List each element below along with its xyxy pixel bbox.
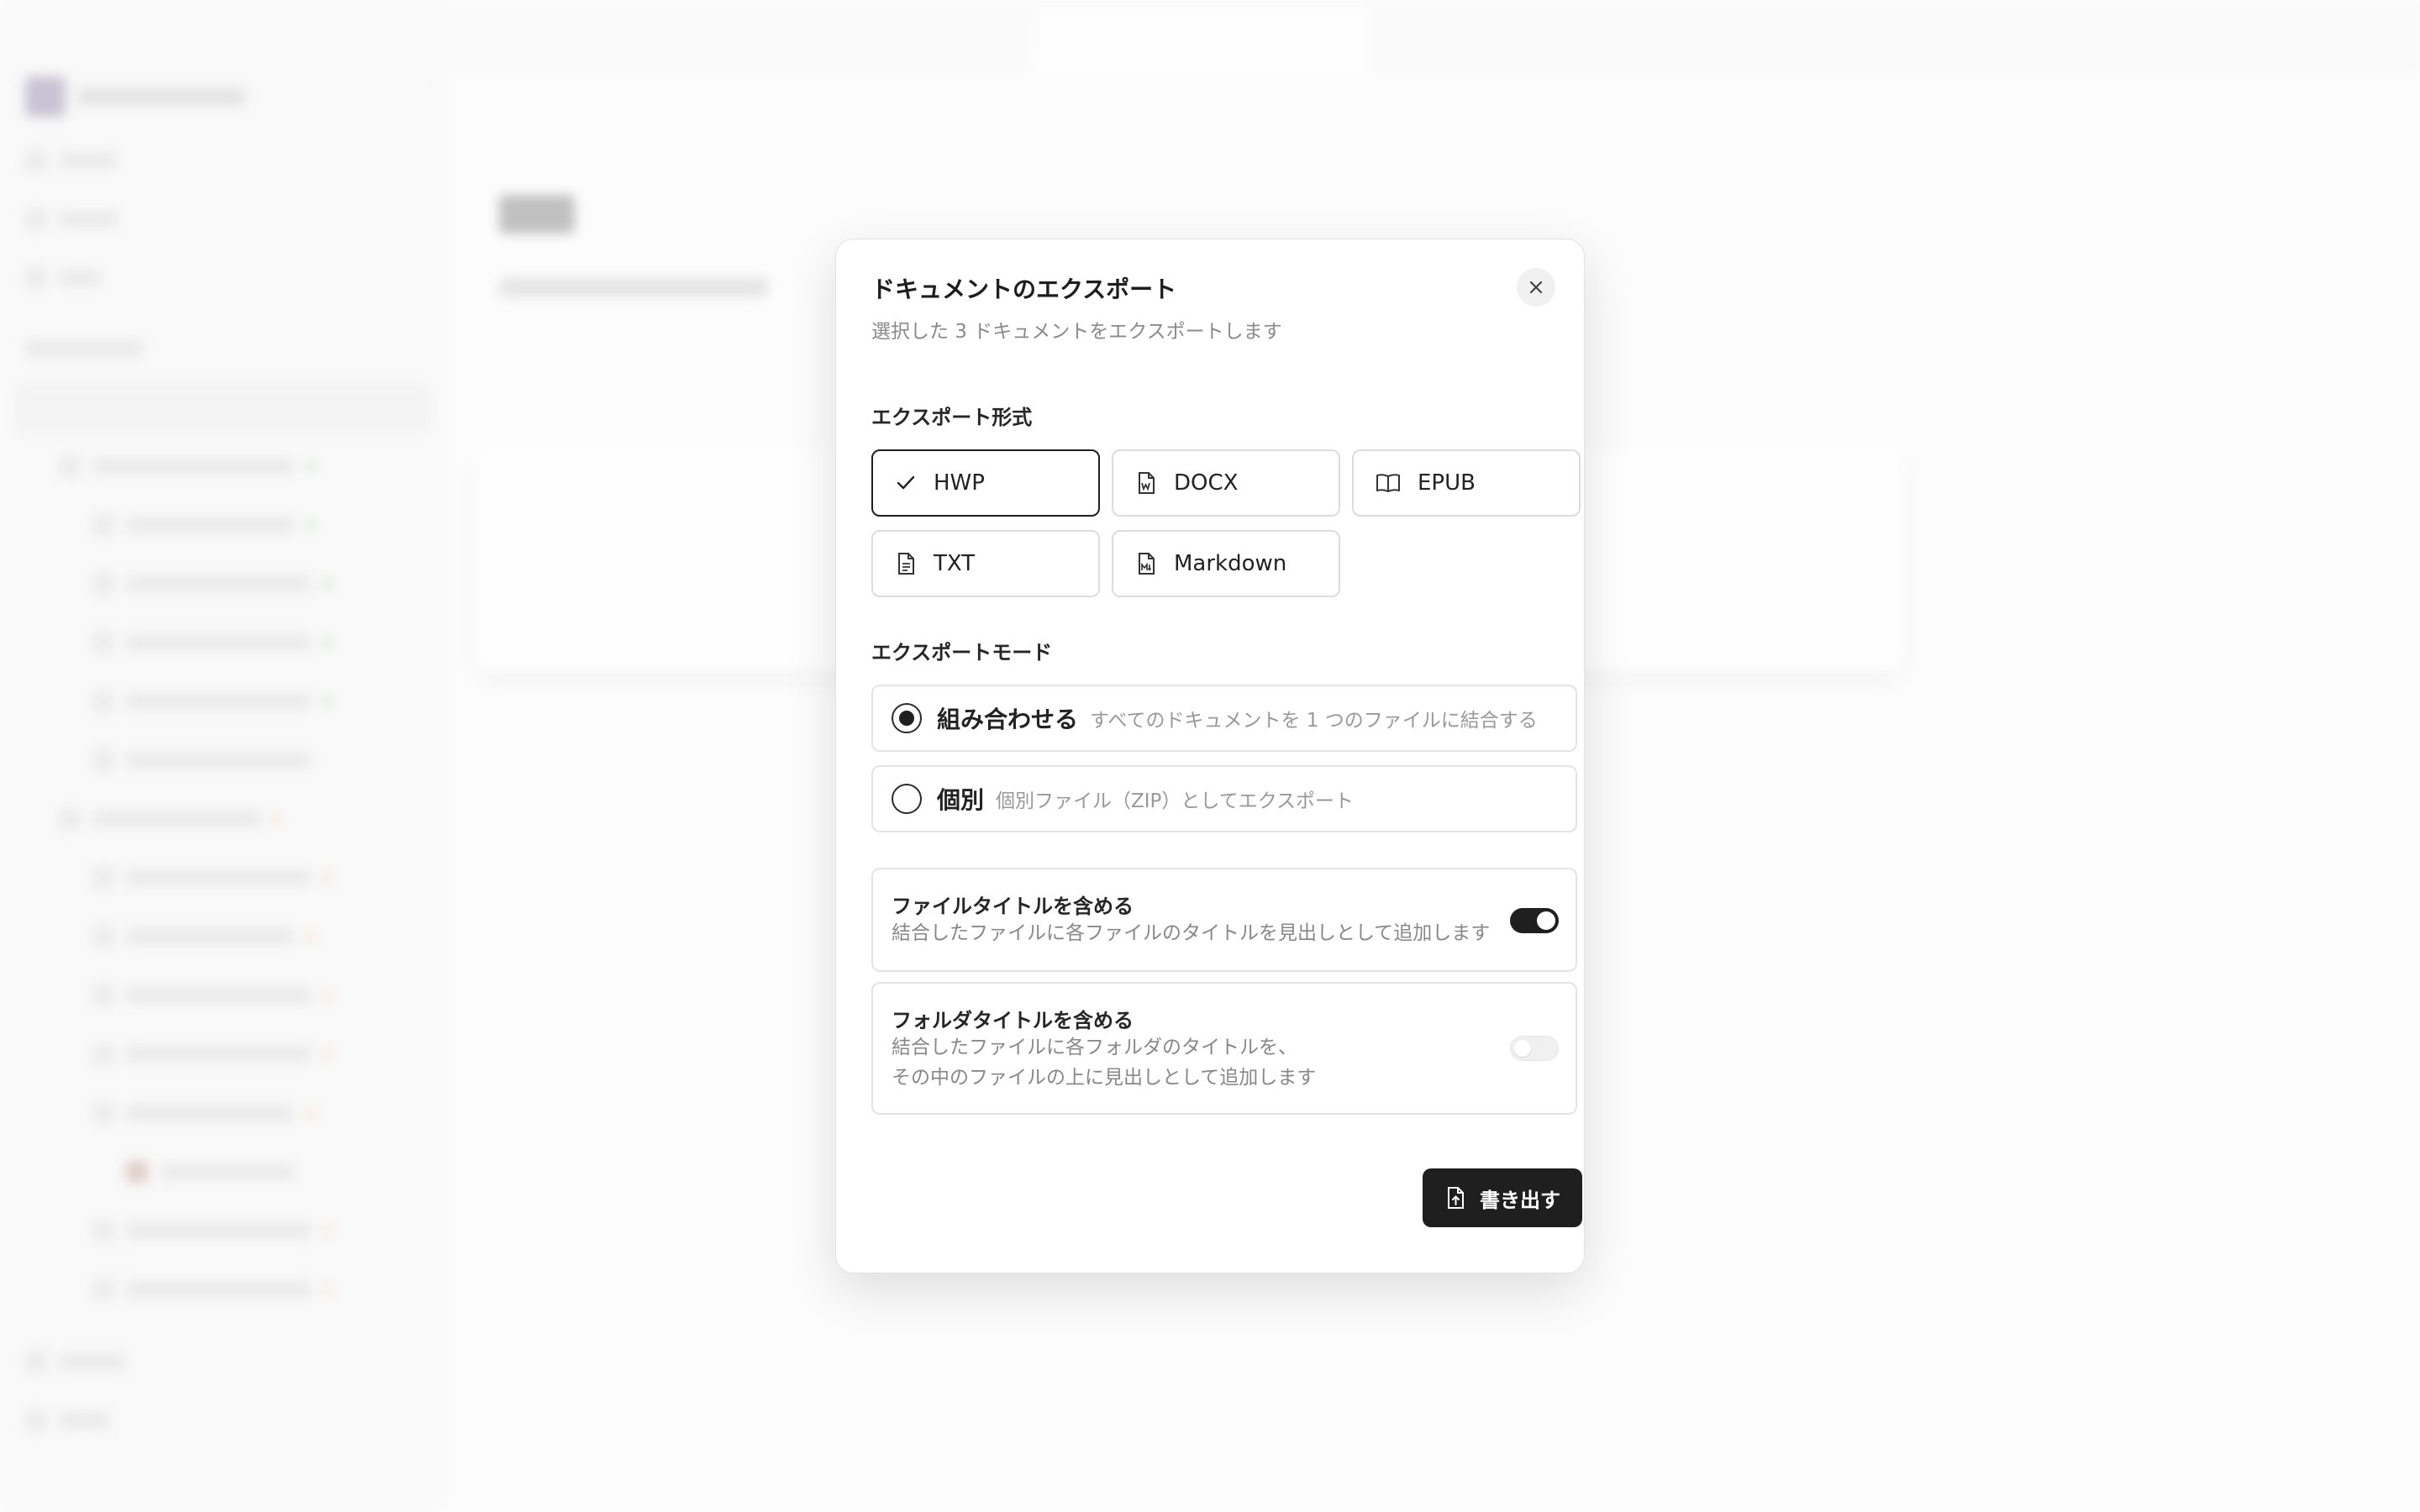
export-button-label: 書き出す <box>1480 1188 1560 1212</box>
file-export-icon <box>1448 1187 1464 1209</box>
markdown-file-icon <box>1139 553 1155 575</box>
text-file-icon <box>898 553 914 575</box>
close-icon <box>1529 281 1543 294</box>
format-option-hwp[interactable]: HWP <box>871 449 1100 517</box>
option-title: フォルダタイトルを含める <box>892 1009 1134 1032</box>
format-option-txt[interactable]: TXT <box>871 530 1100 597</box>
option-include-file-title: ファイルタイトルを含める 結合したファイルに各ファイルのタイトルを見出しとして追… <box>871 868 1577 972</box>
option-description-line2: その中のファイルの上に見出しとして追加します <box>892 1067 1317 1089</box>
format-option-docx[interactable]: DOCX <box>1112 449 1340 517</box>
radio-selected[interactable] <box>892 703 922 733</box>
mode-label: 組み合わせる <box>937 706 1079 733</box>
option-description: 結合したファイルに各ファイルのタイトルを見出しとして追加します <box>892 922 1491 944</box>
option-include-folder-title: フォルダタイトルを含める 結合したファイルに各フォルダのタイトルを、 その中のフ… <box>871 982 1577 1115</box>
book-open-icon <box>1376 474 1400 492</box>
format-label: TXT <box>934 551 976 576</box>
close-button[interactable] <box>1517 268 1555 307</box>
format-section-label: エクスポート形式 <box>871 406 1033 429</box>
format-label: DOCX <box>1174 470 1239 496</box>
mode-description: 個別ファイル（ZIP）としてエクスポート <box>996 790 1355 812</box>
mode-section-label: エクスポートモード <box>871 641 1053 664</box>
option-description-line1: 結合したファイルに各フォルダのタイトルを、 <box>892 1037 1297 1058</box>
include-folder-title-toggle[interactable] <box>1510 1036 1559 1061</box>
check-icon <box>897 475 915 490</box>
export-button[interactable]: 書き出す <box>1423 1168 1582 1227</box>
format-option-epub[interactable]: EPUB <box>1352 449 1581 517</box>
mode-label: 個別 <box>937 786 985 814</box>
format-label: EPUB <box>1418 470 1476 496</box>
radio-unselected[interactable] <box>892 784 922 814</box>
mode-option-individual[interactable]: 個別 個別ファイル（ZIP）としてエクスポート <box>871 765 1577 832</box>
format-option-markdown[interactable]: Markdown <box>1112 530 1340 597</box>
dialog-description: 選択した 3 ドキュメントをエクスポートします <box>871 321 1282 343</box>
export-dialog: ドキュメントのエクスポート 選択した 3 ドキュメントをエクスポートします エク… <box>835 239 1585 1273</box>
mode-description: すべてのドキュメントを 1 つのファイルに結合する <box>1090 710 1538 732</box>
format-label: HWP <box>934 470 985 496</box>
mode-option-combine[interactable]: 組み合わせる すべてのドキュメントを 1 つのファイルに結合する <box>871 685 1577 752</box>
include-file-title-toggle[interactable] <box>1510 908 1559 933</box>
word-file-icon <box>1139 472 1155 494</box>
option-title: ファイルタイトルを含める <box>892 895 1134 918</box>
dialog-title: ドキュメントのエクスポート <box>871 276 1177 303</box>
format-label: Markdown <box>1174 551 1287 576</box>
